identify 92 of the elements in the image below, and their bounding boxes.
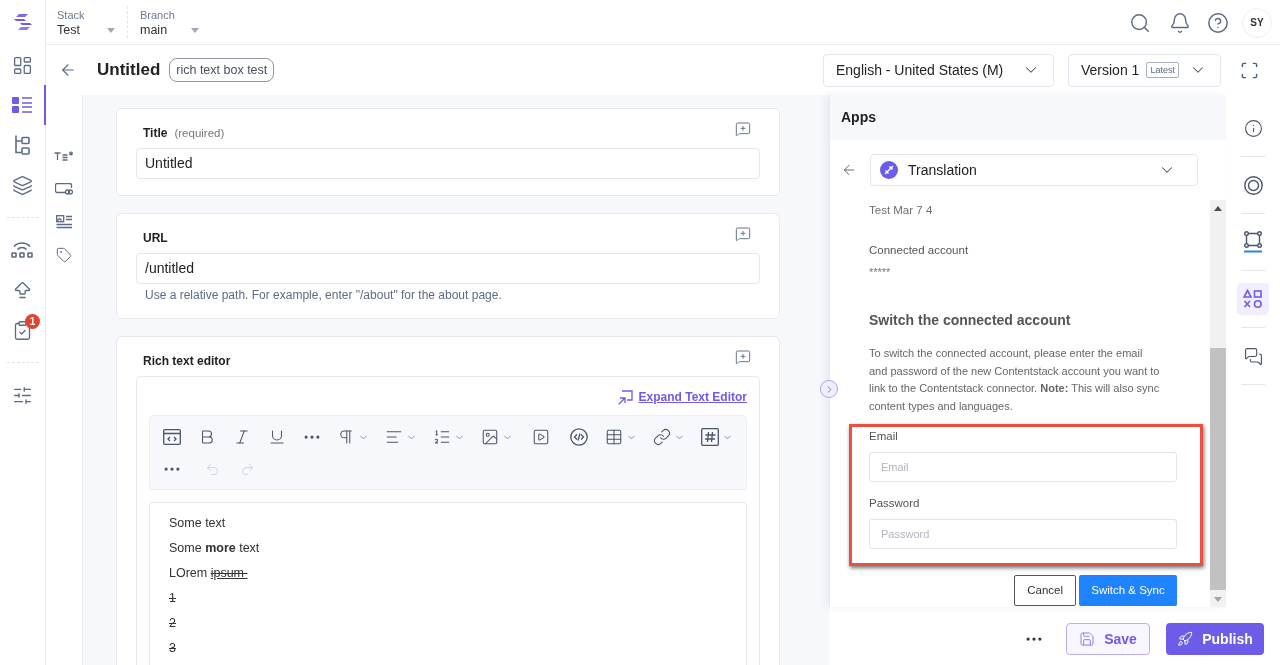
panel-title: Apps: [841, 108, 876, 127]
publish-button[interactable]: Publish: [1166, 623, 1264, 655]
add-comment-icon[interactable]: [735, 121, 751, 137]
field-label: URL: [143, 231, 168, 245]
tree-icon: [13, 135, 31, 155]
entry-title: Untitled: [97, 59, 161, 82]
selector-value: main: [140, 22, 169, 38]
content-type-tag: rich text box test: [169, 58, 275, 82]
link-icon: [653, 428, 671, 446]
editor-paragraph: Some text: [169, 515, 226, 531]
list-icon: [12, 96, 32, 114]
connected-account-value: *****: [869, 265, 891, 279]
cancel-button[interactable]: Cancel: [1014, 575, 1076, 606]
field-label: Title: [143, 126, 168, 140]
save-icon: [1079, 631, 1096, 647]
selector-value: Test: [57, 22, 81, 38]
chat-icon: [1243, 346, 1263, 366]
nodes-square-icon: [1244, 231, 1262, 253]
bell-icon[interactable]: [1169, 11, 1191, 34]
scrollbar[interactable]: [1210, 200, 1226, 607]
latest-badge: Latest: [1146, 62, 1179, 78]
redo-icon: [240, 461, 255, 477]
version-dropdown[interactable]: Version 1 Latest: [1068, 53, 1221, 87]
branch-selector[interactable]: Branch main: [140, 0, 202, 38]
logo-icon[interactable]: [12, 14, 33, 31]
paragraph-icon: [337, 428, 355, 446]
table-icon: [605, 428, 623, 446]
shapes-icon: [1243, 289, 1263, 309]
account-name: Test Mar 7 4: [869, 203, 933, 217]
field-label: Email: [869, 429, 898, 443]
editor-paragraph: 3: [169, 640, 176, 656]
caret-icon: [107, 28, 115, 33]
image-icon: [481, 428, 499, 446]
dashboard-icon: [11, 54, 33, 76]
editor-paragraph: LOrem ipsum: [169, 565, 246, 581]
more-icon: [303, 434, 320, 440]
section-heading: Switch the connected account: [869, 311, 1071, 330]
hash-square-icon: [701, 428, 719, 446]
help-text: Use a relative path. For example, enter "/about" for the about page.: [144, 288, 503, 302]
editor-paragraph: Some more text: [169, 540, 260, 556]
app-logo-icon: [880, 161, 898, 179]
text-input[interactable]: /untitled: [136, 253, 760, 284]
scrollbar-thumb[interactable]: [1210, 348, 1226, 590]
connected-account-label: Connected account: [869, 243, 969, 257]
ordered-list-icon: [433, 428, 451, 446]
required-note: (required): [174, 126, 225, 140]
stack-selector[interactable]: Stack Test: [57, 0, 119, 38]
notification-badge: 1: [25, 314, 40, 329]
version-label: Version 1: [1081, 60, 1140, 80]
scroll-up-icon[interactable]: [1214, 205, 1222, 211]
field-label: Rich text editor: [142, 354, 231, 368]
editor-paragraph: 1: [169, 590, 176, 606]
fullscreen-icon[interactable]: [1240, 60, 1259, 80]
locale-dropdown[interactable]: English - United States (M): [823, 53, 1054, 87]
image-text-icon: [56, 214, 72, 229]
align-left-icon: [385, 428, 403, 446]
description-text: To switch the connected account, please enter the email and password of the new Contentstack account you want to link to the Contentstack connector. Note: This will also sync content types and languages.: [869, 346, 1161, 414]
app-dropdown[interactable]: Translation: [870, 154, 1198, 186]
field-label: Password: [869, 496, 920, 510]
add-comment-icon[interactable]: [735, 226, 751, 242]
selector-label: Branch: [140, 8, 175, 22]
search-icon[interactable]: [1129, 11, 1151, 34]
scroll-down-icon[interactable]: [1214, 596, 1222, 602]
rail-button[interactable]: [1237, 283, 1269, 315]
video-icon: [532, 428, 550, 446]
help-icon[interactable]: [1207, 11, 1229, 34]
add-comment-icon[interactable]: [735, 349, 751, 365]
undo-icon: [205, 461, 220, 477]
circle-code-icon: [570, 428, 588, 446]
editor-content[interactable]: Some text Some more text LOrem ipsum 1 2 3: [149, 502, 747, 665]
layers-icon: [11, 174, 33, 196]
expand-editor-link[interactable]: Expand Text Editor: [638, 389, 747, 405]
more-icon[interactable]: [1026, 637, 1042, 642]
save-button[interactable]: Save: [1066, 623, 1150, 655]
nav-button[interactable]: 1: [0, 310, 46, 350]
caret-icon: [191, 28, 199, 33]
editor-paragraph: 2: [169, 615, 176, 631]
selector-label: Stack: [57, 8, 85, 22]
tag-icon: [56, 246, 72, 263]
info-icon: [1243, 118, 1263, 138]
link-field-icon: [55, 182, 73, 195]
rocket-icon: [1177, 631, 1194, 647]
concentric-circles-icon: [1243, 175, 1263, 195]
expand-icon: [617, 389, 633, 405]
switch-sync-button[interactable]: Switch & Sync: [1079, 575, 1177, 606]
code-block-icon: [162, 429, 181, 445]
app-name: Translation: [908, 160, 977, 180]
more-icon: [163, 466, 180, 472]
signal-dots-icon: [11, 241, 33, 259]
text-field-icon: [54, 150, 74, 161]
sliders-icon: [11, 384, 33, 406]
text-input[interactable]: Untitled: [136, 148, 760, 179]
